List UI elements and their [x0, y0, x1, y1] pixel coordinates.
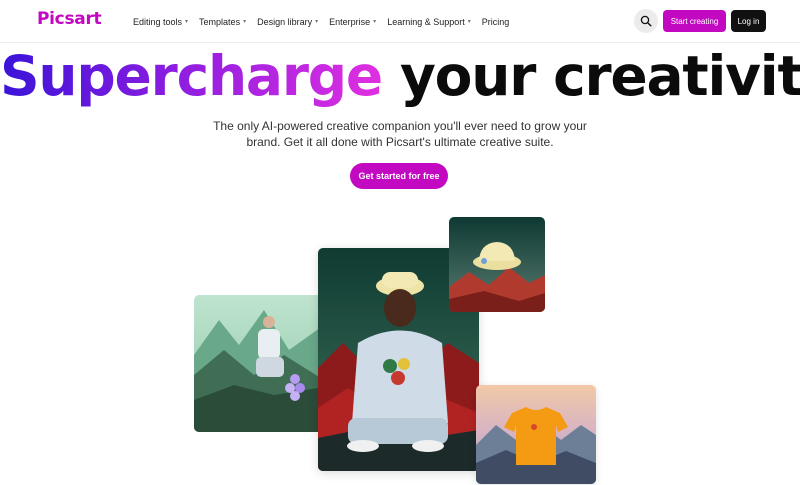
chevron-down-icon: ▾: [467, 19, 471, 25]
chevron-down-icon: ▾: [373, 19, 377, 25]
headline-highlight: Supercharge: [0, 44, 383, 108]
man-on-mountain-photo: [194, 295, 324, 432]
menu-item-templates[interactable]: Templates ▾: [199, 17, 246, 27]
headline-rest: your creativity: [400, 44, 800, 108]
chevron-down-icon: ▾: [315, 19, 319, 25]
orange-tshirt-product-photo: [476, 385, 596, 484]
menu-item-design-library[interactable]: Design library ▾: [257, 17, 318, 27]
main-menu: Editing tools ▾ Templates ▾ Design library…: [133, 0, 520, 43]
chevron-down-icon: ▾: [185, 19, 189, 25]
get-started-button[interactable]: Get started for free: [350, 163, 448, 189]
hero-subtitle: The only AI-powered creative companion y…: [213, 119, 587, 149]
menu-item-pricing[interactable]: Pricing: [482, 17, 510, 27]
login-button[interactable]: Log in: [731, 10, 766, 32]
search-icon: [640, 15, 652, 27]
menu-item-label: Pricing: [481, 16, 510, 27]
chevron-down-icon: ▾: [243, 19, 247, 25]
menu-item-label: Editing tools: [133, 16, 183, 27]
start-creating-button[interactable]: Start creating: [663, 10, 726, 32]
menu-item-label: Enterprise: [329, 16, 371, 27]
menu-item-learning-support[interactable]: Learning & Support ▾: [387, 17, 471, 27]
menu-item-editing-tools[interactable]: Editing tools ▾: [133, 17, 188, 27]
bucket-hat-product-photo: [449, 217, 545, 312]
top-navigation-bar: Picsart Editing tools ▾ Templates ▾ Design…: [0, 0, 800, 43]
menu-item-enterprise[interactable]: Enterprise ▾: [329, 17, 376, 27]
picsart-logo[interactable]: Picsart: [37, 9, 102, 29]
hero-headline: Supercharge your creativity: [0, 44, 800, 108]
menu-item-label: Templates: [199, 16, 241, 27]
menu-item-label: Design library: [257, 16, 313, 27]
search-button[interactable]: [634, 9, 658, 33]
menu-item-label: Learning & Support: [387, 16, 465, 27]
